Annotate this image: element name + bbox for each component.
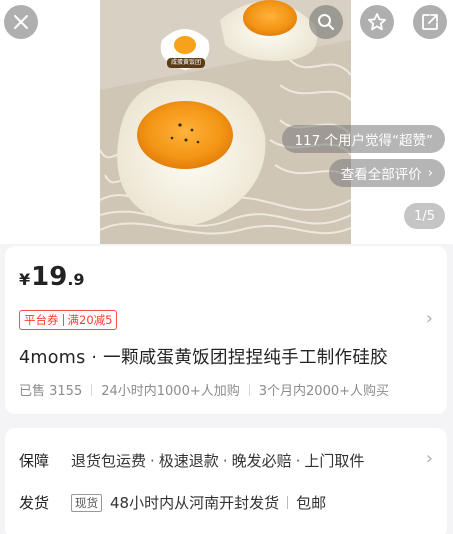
stats-divider — [91, 383, 93, 396]
product-image — [100, 0, 351, 244]
image-pager: 1/5 — [404, 203, 445, 229]
coupon-badge[interactable]: 平台券 满20减5 — [19, 310, 118, 330]
chevron-right-icon[interactable]: › — [426, 448, 433, 469]
shipping-info: 现货 48小时内从河南开封发货 包邮 — [71, 492, 326, 513]
price: ¥ 19 .9 — [19, 262, 85, 292]
close-button[interactable] — [4, 5, 38, 39]
search-button[interactable] — [309, 5, 343, 39]
service-card: 保障 退货包运费 · 极速退款 · 晚发必赔 · 上门取件 › 发货 现货 48… — [5, 428, 447, 534]
month-buy-count: 3个月内2000+人购买 — [258, 384, 389, 399]
separator: · — [295, 451, 301, 470]
stock-tag: 现货 — [71, 493, 102, 512]
product-gallery[interactable]: 咸蛋黄饭团 117 个用户觉得“超赞” 查看全部评价 › 1/5 — [0, 0, 453, 244]
free-shipping: 包邮 — [296, 494, 327, 512]
close-icon — [14, 15, 28, 29]
shipping-text: 48小时内从河南开封发货 — [110, 494, 280, 512]
view-all-reviews-button[interactable]: 查看全部评价 › — [328, 159, 445, 187]
star-icon — [368, 13, 386, 31]
sticker-text: 咸蛋黄饭团 — [170, 59, 201, 66]
search-icon — [318, 14, 334, 30]
coupon-tag: 平台券 — [24, 313, 59, 327]
price-integer: 19 — [31, 262, 68, 292]
price-decimal: .9 — [67, 270, 85, 289]
chevron-right-icon[interactable]: › — [426, 308, 433, 329]
share-button[interactable] — [413, 5, 447, 39]
share-icon — [422, 14, 438, 30]
product-detail-page: 咸蛋黄饭团 117 个用户觉得“超赞” 查看全部评价 › 1/5 ¥ 19 .9… — [0, 0, 453, 534]
chevron-right-icon: › — [427, 165, 433, 181]
guarantee-item: 上门取件 — [304, 452, 365, 470]
praise-badge: 117 个用户觉得“超赞” — [282, 125, 445, 153]
coupon-rule: 满20减5 — [67, 313, 113, 327]
guarantee-item: 晚发必赔 — [231, 452, 292, 470]
product-info-card: ¥ 19 .9 平台券 满20减5 › 4moms · 一颗咸蛋黄饭团捏捏纯手工… — [5, 246, 447, 414]
shipping-label: 发货 — [19, 494, 50, 512]
reviews-label: 查看全部评价 — [340, 167, 422, 183]
price-currency: ¥ — [19, 270, 31, 289]
separator: · — [150, 451, 155, 470]
product-photo[interactable]: 咸蛋黄饭团 — [100, 0, 351, 244]
sold-count: 已售 3155 — [19, 384, 83, 399]
stats-divider — [248, 383, 250, 396]
product-title: 4moms · 一颗咸蛋黄饭团捏捏纯手工制作硅胶 — [19, 348, 388, 368]
pager-text: 1/5 — [414, 208, 435, 224]
shipping-divider — [287, 496, 289, 509]
guarantee-item: 退货包运费 — [71, 452, 147, 470]
separator: · — [222, 451, 228, 470]
guarantee-items: 退货包运费 · 极速退款 · 晚发必赔 · 上门取件 — [71, 450, 364, 471]
guarantee-label: 保障 — [19, 452, 50, 470]
favorite-button[interactable] — [360, 5, 394, 39]
sales-stats: 已售 3155 24小时内1000+人加购 3个月内2000+人购买 — [19, 380, 389, 399]
praise-text: 117 个用户觉得“超赞” — [294, 133, 433, 149]
guarantee-item: 极速退款 — [158, 452, 219, 470]
shipping-row[interactable]: 发货 现货 48小时内从河南开封发货 包邮 — [19, 492, 433, 513]
guarantee-row[interactable]: 保障 退货包运费 · 极速退款 · 晚发必赔 · 上门取件 › — [19, 448, 433, 471]
day-cart-count: 24小时内1000+人加购 — [101, 384, 240, 399]
